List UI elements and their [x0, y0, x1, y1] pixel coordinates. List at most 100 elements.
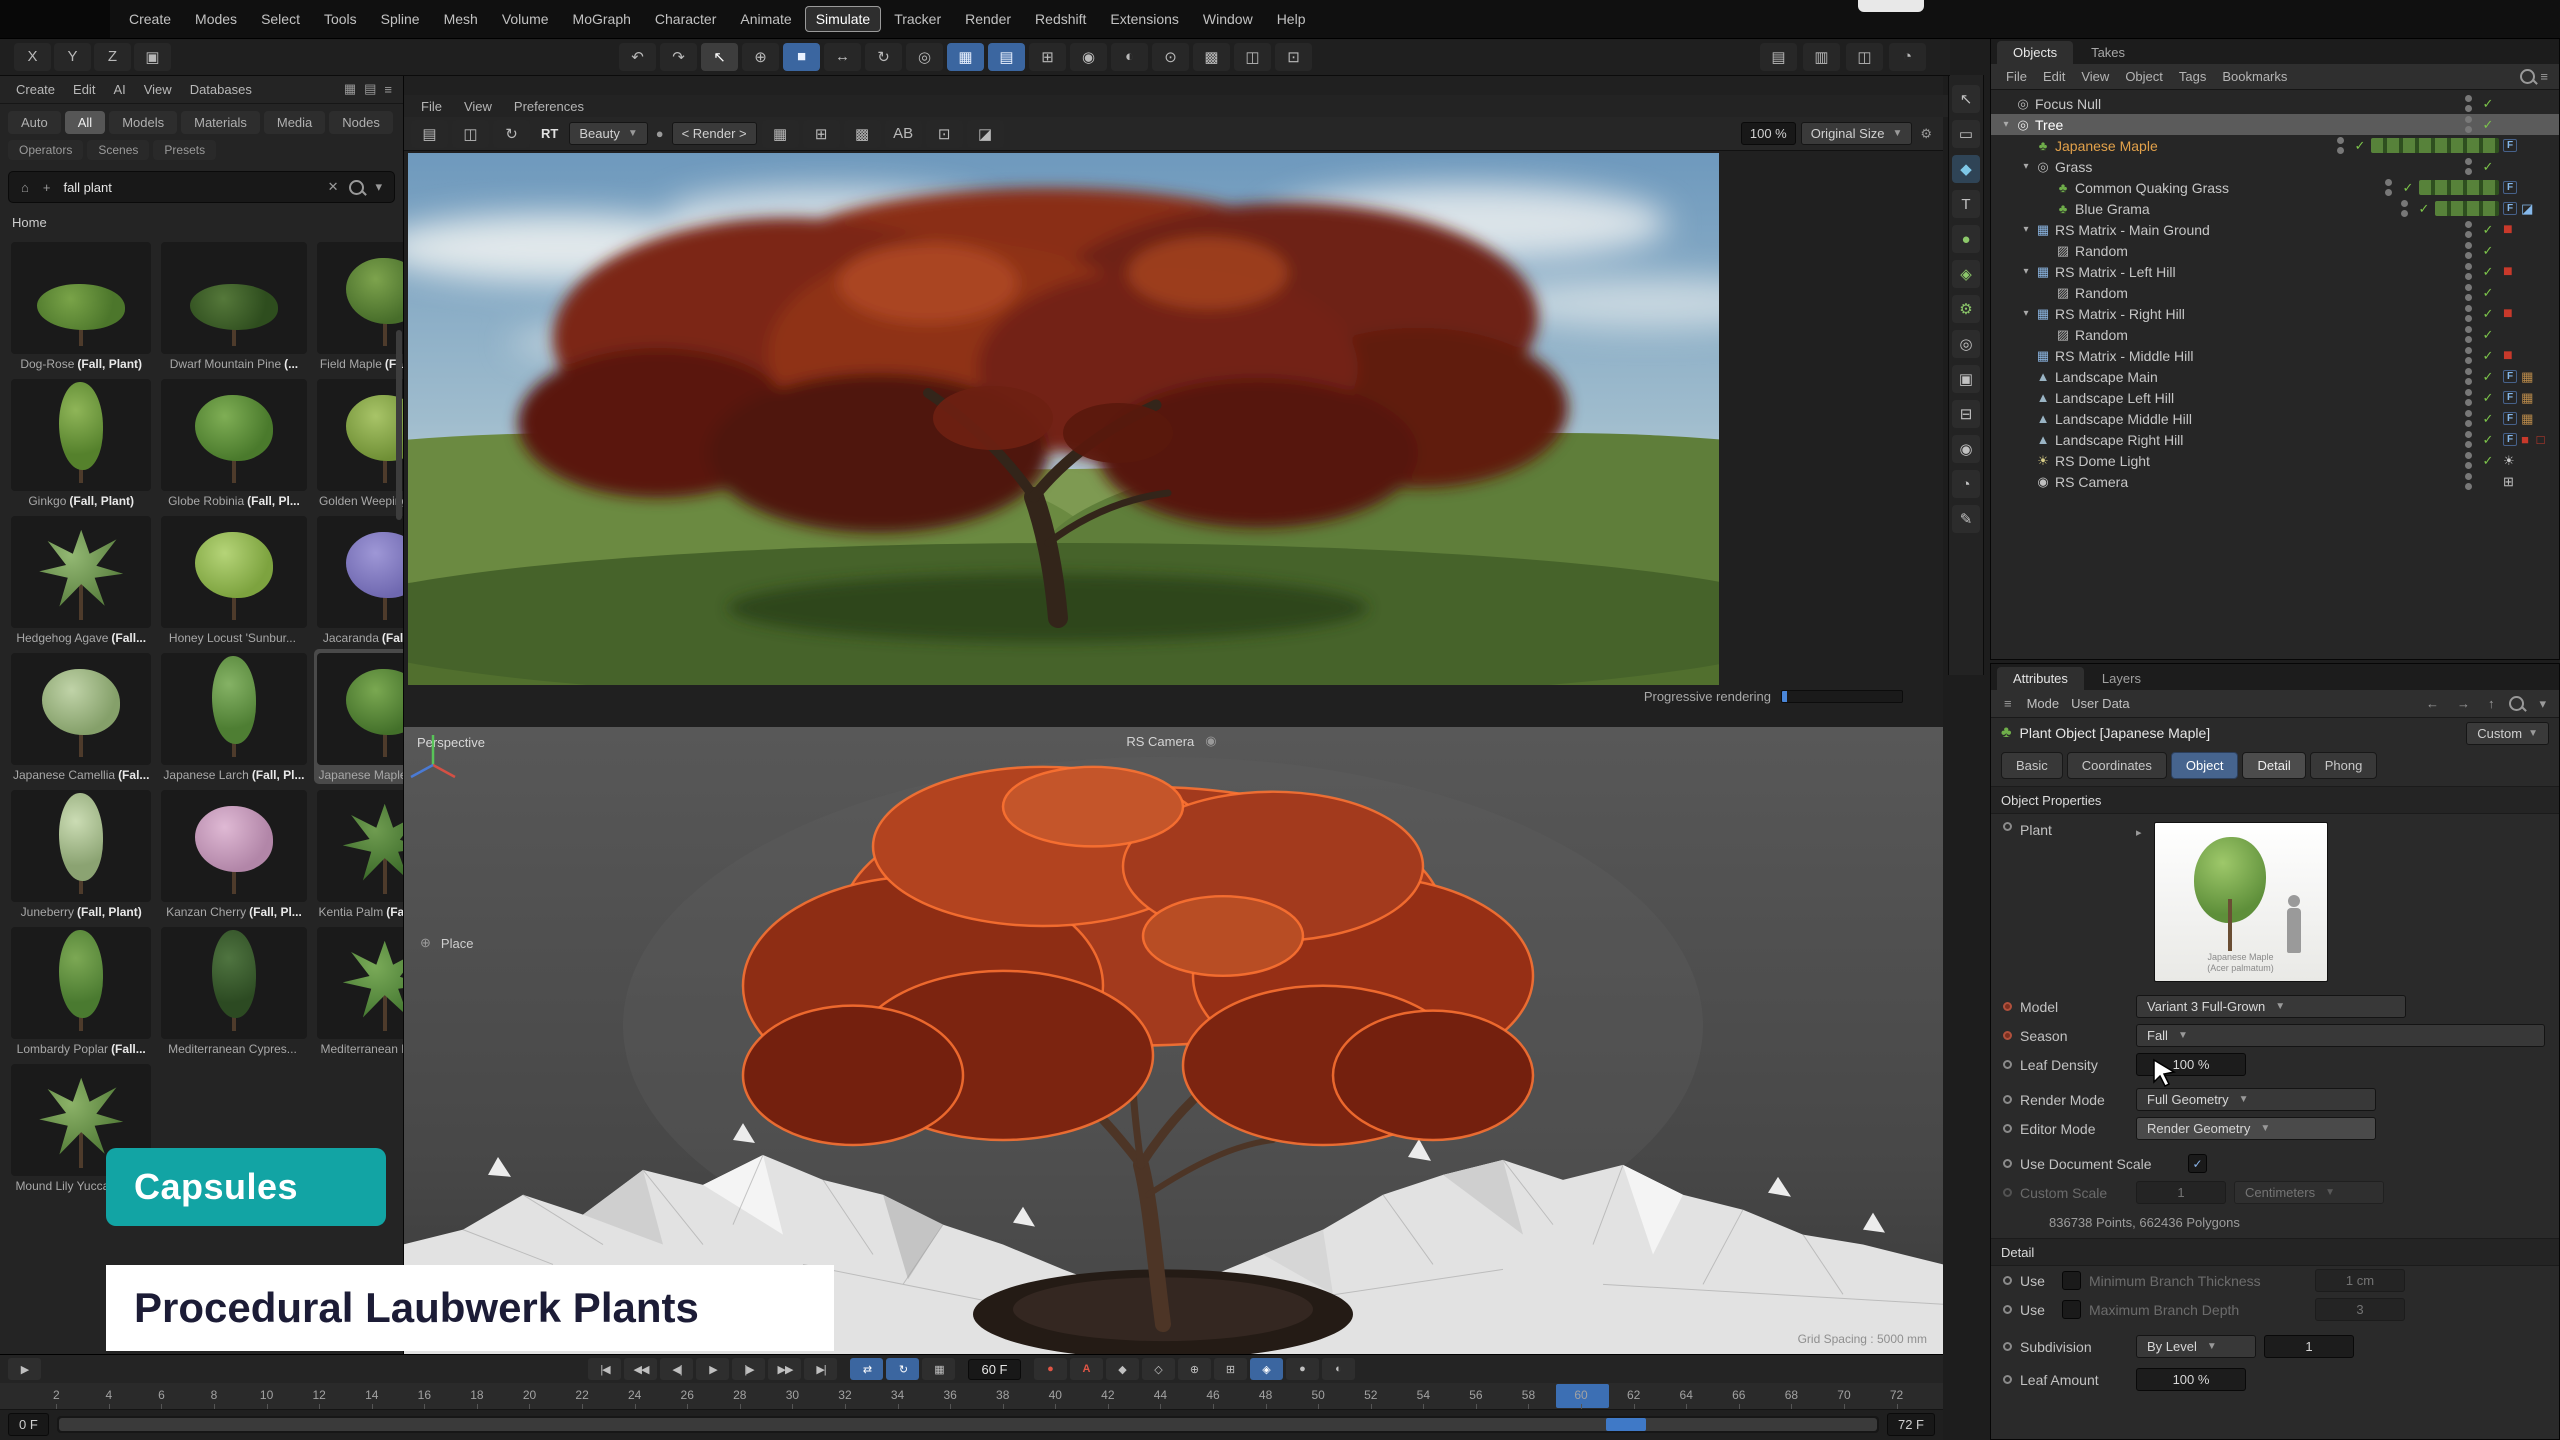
object-name[interactable]: Japanese Maple: [2055, 138, 2158, 154]
toolbar-icon[interactable]: ⊙: [1152, 43, 1189, 71]
layout-icon[interactable]: ◫: [1846, 43, 1883, 71]
leaf-amount-field[interactable]: 100 %: [2136, 1368, 2246, 1391]
render-tool-icon[interactable]: ▩: [844, 120, 881, 148]
menu-item[interactable]: Help: [1266, 6, 1317, 32]
object-row[interactable]: ♣ Blue Grama ✓: [1991, 198, 2559, 219]
enable-check-icon[interactable]: ✓: [2479, 327, 2497, 343]
visibility-dots[interactable]: [2465, 452, 2472, 469]
object-row[interactable]: ♣ Japanese Maple ✓: [1991, 135, 2559, 156]
search-input[interactable]: [61, 179, 316, 196]
visibility-dots[interactable]: [2465, 431, 2472, 448]
render-tool-icon[interactable]: ◪: [967, 120, 1004, 148]
object-tag-icons[interactable]: [2503, 263, 2553, 281]
asset-item[interactable]: Jacaranda(Fall, Plant): [314, 512, 405, 647]
object-name[interactable]: Random: [2075, 327, 2128, 343]
search-icon[interactable]: [2520, 69, 2535, 84]
keyframe-button[interactable]: ⊕: [1178, 1358, 1211, 1380]
add-path-icon[interactable]: +: [40, 180, 54, 195]
filter-tab[interactable]: Models: [109, 111, 177, 134]
object-name[interactable]: Random: [2075, 285, 2128, 301]
object-menu-item[interactable]: Object: [2118, 67, 2170, 86]
object-name[interactable]: Landscape Right Hill: [2055, 432, 2183, 448]
menu-item[interactable]: Tools: [313, 6, 368, 32]
search-icon[interactable]: [349, 180, 364, 195]
menu-item[interactable]: Spline: [370, 6, 431, 32]
object-name[interactable]: Landscape Middle Hill: [2055, 411, 2192, 427]
object-row[interactable]: ▲ Landscape Main ✓: [1991, 366, 2559, 387]
expander-icon[interactable]: ▸: [2136, 826, 2142, 839]
panel-options-icon[interactable]: ≡: [2537, 69, 2551, 84]
keyframe-dot[interactable]: [2003, 1031, 2012, 1040]
toolbar-icon[interactable]: ⊡: [1275, 43, 1312, 71]
object-tag-icons[interactable]: [2503, 474, 2553, 490]
toolbar-icon[interactable]: ▩: [1193, 43, 1230, 71]
back-arrow-icon[interactable]: ←: [2423, 696, 2442, 711]
object-row[interactable]: ▾ ▦ RS Matrix - Right Hill ✓: [1991, 303, 2559, 324]
menu-item[interactable]: MoGraph: [562, 6, 642, 32]
object-row[interactable]: ▨ Random ✓: [1991, 282, 2559, 303]
visibility-dots[interactable]: [2465, 221, 2472, 238]
asset-item[interactable]: Dog-Rose(Fall, Plant): [8, 238, 154, 373]
enable-check-icon[interactable]: ✓: [2479, 369, 2497, 385]
visibility-dots[interactable]: [2465, 158, 2472, 175]
object-name[interactable]: Landscape Main: [2055, 369, 2158, 385]
layout-icon[interactable]: ▤: [1760, 43, 1797, 71]
object-row[interactable]: ♣ Common Quaking Grass ✓: [1991, 177, 2559, 198]
keyframe-button[interactable]: ◈: [1250, 1358, 1283, 1380]
property-tab-button[interactable]: Coordinates: [2067, 752, 2167, 779]
side-tool-icon[interactable]: ●: [1952, 225, 1980, 253]
keyframe-button[interactable]: ●: [1286, 1358, 1319, 1380]
asset-item[interactable]: Hedgehog Agave(Fall...: [8, 512, 154, 647]
asset-item[interactable]: Japanese Larch(Fall, Pl...: [158, 649, 309, 784]
axis-lock-button[interactable]: ▣: [134, 43, 171, 71]
asset-menu-item[interactable]: View: [136, 79, 180, 100]
visibility-dots[interactable]: [2401, 200, 2408, 217]
keyframe-dot[interactable]: [2003, 1002, 2012, 1011]
property-tab-button[interactable]: Detail: [2242, 752, 2305, 779]
playback-button[interactable]: ▶▶: [768, 1358, 801, 1380]
visibility-dots[interactable]: [2337, 137, 2344, 154]
enable-check-icon[interactable]: ✓: [2479, 117, 2497, 133]
menu-item[interactable]: Tracker: [883, 6, 952, 32]
menu-item[interactable]: Window: [1192, 6, 1264, 32]
filter-tab[interactable]: Nodes: [329, 111, 393, 134]
timeline-scrollbar[interactable]: [57, 1416, 1879, 1433]
render-view-menu-item[interactable]: View: [456, 97, 500, 116]
object-name[interactable]: RS Matrix - Middle Hill: [2055, 348, 2193, 364]
asset-item[interactable]: Field Maple(Fall, Plant): [314, 238, 405, 373]
object-row[interactable]: ☀ RS Dome Light ✓: [1991, 450, 2559, 471]
visibility-dots[interactable]: [2465, 116, 2472, 133]
filter-tab[interactable]: Auto: [8, 111, 61, 134]
model-dropdown[interactable]: Variant 3 Full-Grown▼: [2136, 995, 2406, 1018]
enable-check-icon[interactable]: ✓: [2479, 390, 2497, 406]
home-icon[interactable]: ⌂: [18, 180, 32, 195]
object-row[interactable]: ◉ RS Camera: [1991, 471, 2559, 492]
expand-arrow-icon[interactable]: ▾: [2019, 224, 2033, 235]
object-name[interactable]: RS Matrix - Main Ground: [2055, 222, 2210, 238]
toolbar-icon[interactable]: ↖: [701, 43, 738, 71]
category-tab[interactable]: Scenes: [87, 140, 149, 160]
menu-item[interactable]: Extensions: [1099, 6, 1189, 32]
render-mode-dropdown[interactable]: Full Geometry▼: [2136, 1088, 2376, 1111]
playback-button[interactable]: ▶: [696, 1358, 729, 1380]
object-name[interactable]: Random: [2075, 243, 2128, 259]
mode-menu[interactable]: Mode: [2027, 696, 2060, 711]
object-row[interactable]: ◎ Focus Null ✓: [1991, 93, 2559, 114]
enable-check-icon[interactable]: ✓: [2479, 96, 2497, 112]
property-tab-button[interactable]: Object: [2171, 752, 2239, 779]
property-tab-button[interactable]: Basic: [2001, 752, 2063, 779]
playback-button[interactable]: |◀: [588, 1358, 621, 1380]
object-row[interactable]: ▦ RS Matrix - Middle Hill ✓: [1991, 345, 2559, 366]
playback-mode-button[interactable]: ▦: [922, 1358, 955, 1380]
asset-item[interactable]: Golden Weeping Willo...: [314, 375, 405, 510]
keyframe-button[interactable]: ◐: [1322, 1358, 1355, 1380]
axis-lock-button[interactable]: Y: [54, 43, 91, 71]
enable-check-icon[interactable]: ✓: [2415, 201, 2433, 217]
keyframe-button[interactable]: A: [1070, 1358, 1103, 1380]
section-header-properties[interactable]: Object Properties: [1991, 786, 2559, 814]
keyframe-button[interactable]: ●: [1034, 1358, 1067, 1380]
axis-lock-button[interactable]: X: [14, 43, 51, 71]
enable-check-icon[interactable]: ✓: [2351, 138, 2369, 154]
menu-item[interactable]: Character: [644, 6, 727, 32]
render-tool-icon[interactable]: ↻: [493, 120, 530, 148]
